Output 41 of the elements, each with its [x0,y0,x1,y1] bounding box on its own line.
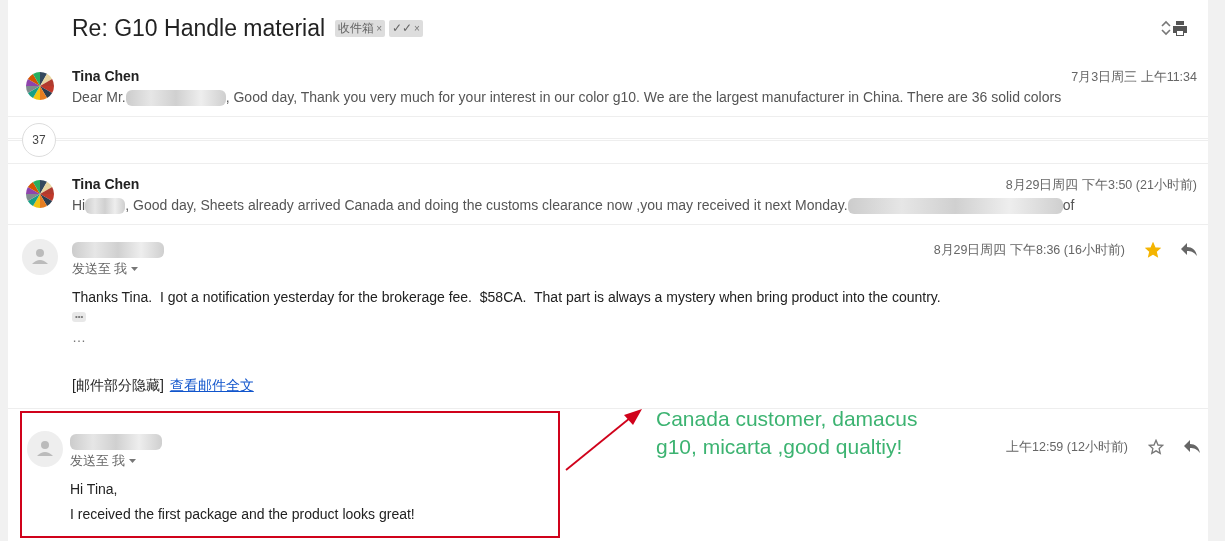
hidden-note: [邮件部分隐藏] [72,376,164,395]
avatar-icon [27,431,63,467]
message-date: 8月29日周四 下午3:50 (21小时前) [1005,176,1197,194]
message-body-text: I received the first package and the product looks great! [70,505,416,524]
remove-label-button[interactable]: × [413,20,420,36]
message-body-text: Thanks Tina. I got a notification yesterday for the brokerage fee. $58CA. That part is always a mystery when bring product into the country. [72,288,942,307]
caret-icon[interactable] [129,459,137,463]
star-filled-icon[interactable] [1145,242,1161,258]
message-date: 7月3日周三 上午11:34 [1071,68,1197,86]
message-row[interactable]: Tina Chen 7月3日周三 上午11:34 Dear Mr. , Good day, Thank you very much for your interest in our color g10. We are the largest manufacturer in China. There are 36 solid colors [8,56,1208,116]
email-subject: Re: G10 Handle material [72,13,326,43]
star-icon[interactable] [1148,439,1164,456]
ellipsis-text: … [72,328,87,347]
message-count-button[interactable]: 37 [22,123,56,157]
print-icon[interactable] [1172,20,1188,36]
show-trimmed-button[interactable]: ••• [72,312,87,322]
snippet-text: Dear Mr. [72,88,126,105]
message-date: 上午12:59 (12小时前) [1006,439,1128,456]
message-body-text: Hi Tina, [70,480,119,499]
redaction-mark [85,197,126,214]
reply-icon[interactable] [1181,243,1197,257]
recipient-dropdown[interactable]: 发送至 我 [70,453,558,469]
snippet-text: of [1062,196,1075,213]
expand-all-icon[interactable] [1160,20,1172,36]
avatar-icon [22,239,58,275]
sender-name: Tina Chen [72,66,140,86]
remove-label-button[interactable]: × [376,20,382,36]
sender-name: Tina Chen [72,174,140,194]
view-full-message-link[interactable]: 查看邮件全文 [169,375,254,396]
annotation-text: Canada customer, damacus g10, micarta ,good qualtiy! [656,406,919,460]
label-tag[interactable]: ✓✓ × [388,19,423,37]
message-row[interactable]: Tina Chen 8月29日周四 下午3:50 (21小时前) Hi , Good day, Sheets already arrived Canada and doing the customs clearance now ,you may received it next Monday. of [8,164,1208,224]
message-date: 8月29日周四 下午8:36 (16小时前) [933,241,1125,259]
caret-icon[interactable] [131,267,139,271]
label-tag[interactable]: 收件箱 × [335,19,385,37]
message-row[interactable]: 发送至 我 Thanks Tina. I got a notification yesterday for the brokerage fee. $58CA. That part is always a mystery when bring product into the country. ••• … [邮件部分隐藏] 查看邮件全文 8月29日周四 下午8:36 (16小时前) [8,225,1208,408]
reply-icon[interactable] [1184,440,1200,455]
snippet-text: , Good day, Sheets already arrived Canada and doing the customs clearance now ,you may received it next Monday. [125,196,848,213]
snippet-text: , Good day, Thank you very much for your interest in our color g10. We are the largest manufacturer in China. There are 36 solid colors [225,88,1062,105]
recipient-dropdown[interactable]: 发送至 我 [72,261,934,277]
snippet-text: Hi [72,196,86,213]
